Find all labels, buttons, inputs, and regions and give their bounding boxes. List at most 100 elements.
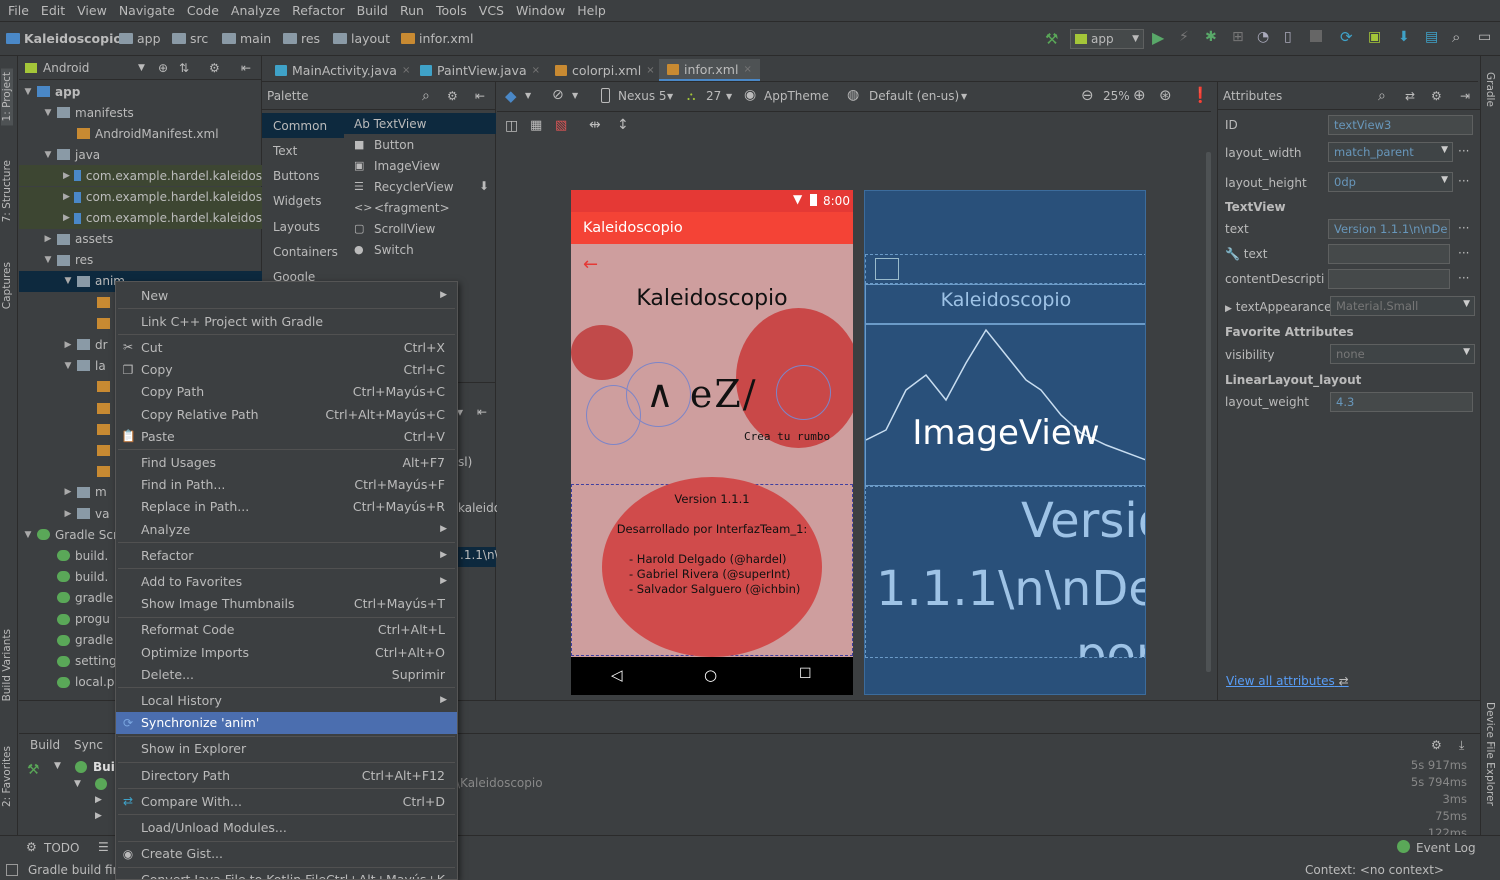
menu-item[interactable]: Link C++ Project with Gradle <box>116 310 457 332</box>
chevron-down-icon[interactable]: ▼ <box>63 276 73 286</box>
chevron-down-icon[interactable]: ▼ <box>23 87 33 97</box>
build-hammer-icon[interactable]: ⚒ <box>27 762 40 778</box>
locale-select[interactable]: Default (en-us) <box>869 89 959 103</box>
palette-item[interactable]: ▣ ImageView <box>354 155 440 176</box>
menu-refactor[interactable]: Refactor <box>286 3 350 18</box>
blueprint-view-icon[interactable]: ▦ <box>530 118 542 133</box>
menu-item[interactable]: Delete... Suprimir <box>116 663 457 685</box>
warning-icon[interactable]: ❗ <box>1191 86 1210 104</box>
attr-visibility-select[interactable]: none ▼ <box>1330 344 1475 364</box>
chevron-down-icon[interactable]: ▼ <box>726 92 732 101</box>
palette-category[interactable]: Common <box>262 113 344 138</box>
editor-tab[interactable]: MainActivity.java × <box>267 59 418 81</box>
bottom-tab-build[interactable]: Build <box>30 738 60 752</box>
device-select[interactable]: Nexus 5 <box>618 89 667 103</box>
more-icon[interactable]: ··· <box>1458 174 1469 188</box>
close-icon[interactable]: × <box>646 65 654 76</box>
chevron-down-icon[interactable]: ▼ <box>138 63 145 73</box>
editor-tab[interactable]: infor.xml × <box>659 59 760 81</box>
gear-icon[interactable]: ⚙ <box>209 61 220 75</box>
menu-item[interactable]: ⟳ Synchronize 'anim' <box>116 711 457 734</box>
avd-manager-icon[interactable]: ▣ <box>1368 29 1381 45</box>
tool-tab-device-file-explorer[interactable]: Device File Explorer <box>1484 702 1496 806</box>
menu-build[interactable]: Build <box>351 3 394 18</box>
hide-icon[interactable]: ⇥ <box>1460 89 1470 103</box>
api-select[interactable]: 27 <box>706 89 721 103</box>
palette-item[interactable]: ☰ RecyclerView <box>354 176 454 197</box>
menu-item[interactable]: ✂ Cut Ctrl+X <box>116 336 457 358</box>
attr-id-field[interactable]: textView3 <box>1328 115 1473 135</box>
chevron-right-icon[interactable]: ▶ <box>43 234 53 244</box>
menu-run[interactable]: Run <box>394 3 430 18</box>
menu-item[interactable]: Find Usages Alt+F7 <box>116 451 457 473</box>
project-view-mode[interactable]: Android <box>43 61 89 75</box>
chevron-down-icon[interactable]: ▼ <box>74 779 81 789</box>
chevron-right-icon[interactable]: ▶ <box>95 811 102 821</box>
palette-item[interactable]: <> <fragment> <box>354 197 450 218</box>
menu-item[interactable]: Add to Favorites ▶ <box>116 570 457 592</box>
attr-content-description-field[interactable] <box>1328 269 1450 289</box>
chevron-right-icon[interactable]: ▶ <box>63 487 73 497</box>
tree-row[interactable]: ▼ app <box>19 81 262 102</box>
chevron-down-icon[interactable]: ▼ <box>525 91 531 100</box>
menu-item[interactable]: Load/Unload Modules... <box>116 816 457 838</box>
attr-layout-weight-field[interactable]: 4.3 <box>1330 392 1473 412</box>
sync-gradle-icon[interactable]: ⟳ <box>1340 28 1353 46</box>
more-icon[interactable]: ··· <box>1458 221 1469 235</box>
menu-item[interactable]: Directory Path Ctrl+Alt+F12 <box>116 764 457 786</box>
chevron-down-icon[interactable]: ▼ <box>43 255 53 265</box>
menu-item[interactable]: ◉ Create Gist... <box>116 843 457 865</box>
tool-tab-captures[interactable]: Captures <box>1 262 13 309</box>
menu-item[interactable]: Analyze ▶ <box>116 518 457 540</box>
chevron-down-icon[interactable]: ▼ <box>43 108 53 118</box>
chevron-right-icon[interactable]: ▶ <box>1225 304 1232 314</box>
palette-category[interactable]: Containers <box>262 240 344 265</box>
gear-icon[interactable]: ⚙ <box>1431 738 1442 752</box>
menu-item[interactable]: 📋 Paste Ctrl+V <box>116 425 457 447</box>
breadcrumb-item[interactable]: app <box>119 31 161 46</box>
attr-text-field[interactable]: Version 1.1.1\n\nDe <box>1328 219 1450 239</box>
attr-text-appearance-select[interactable]: Material.Small ▼ <box>1330 296 1475 316</box>
close-icon[interactable]: × <box>743 64 751 75</box>
menu-item[interactable]: Replace in Path... Ctrl+Mayús+R <box>116 496 457 518</box>
breadcrumb-item[interactable]: main <box>222 31 271 46</box>
zoom-out-icon[interactable]: ⊖ <box>1081 86 1094 104</box>
tree-row[interactable]: ▶ com.example.hardel.kaleidos <box>19 186 262 208</box>
attr-layout-height-select[interactable]: 0dp ▼ <box>1328 172 1453 192</box>
tool-tab-project[interactable]: 1: Project <box>1 68 13 126</box>
palette-item[interactable]: ● Switch <box>354 239 414 260</box>
search-icon[interactable]: ⌕ <box>1378 88 1386 104</box>
menu-item[interactable]: Find in Path... Ctrl+Mayús+F <box>116 474 457 496</box>
palette-category[interactable]: Text <box>262 138 344 163</box>
menu-window[interactable]: Window <box>510 3 571 18</box>
menu-edit[interactable]: Edit <box>35 3 71 18</box>
coverage-icon[interactable]: ▯ <box>1284 29 1292 45</box>
palette-item[interactable]: ▢ ScrollView <box>354 218 435 239</box>
device-icon[interactable]: ▭ <box>1478 29 1491 45</box>
palette-category[interactable]: Layouts <box>262 214 344 239</box>
debug-icon[interactable]: ✱ <box>1205 29 1217 45</box>
tree-row[interactable]: AndroidManifest.xml <box>19 123 262 144</box>
layout-inspector-icon[interactable]: ▤ <box>1425 29 1438 45</box>
terminal-icon[interactable]: ☰ <box>98 840 109 854</box>
gear-icon[interactable]: ⚙ <box>447 89 458 103</box>
menu-tools[interactable]: Tools <box>430 3 473 18</box>
chevron-down-icon[interactable]: ▼ <box>54 761 61 771</box>
apply-changes-icon[interactable]: ⚡ <box>1179 29 1189 45</box>
menu-view[interactable]: View <box>71 3 113 18</box>
layers-icon[interactable]: ◆ <box>505 87 517 105</box>
status-checkbox[interactable] <box>6 864 18 876</box>
zoom-in-icon[interactable]: ⊕ <box>1133 86 1146 104</box>
menu-analyze[interactable]: Analyze <box>225 3 286 18</box>
chevron-down-icon[interactable]: ▼ <box>572 91 578 100</box>
menu-item[interactable]: Copy Path Ctrl+Mayús+C <box>116 381 457 403</box>
palette-category[interactable]: Buttons <box>262 164 344 189</box>
collapse-icon[interactable]: ⇅ <box>179 61 189 75</box>
gear-icon[interactable]: ⚙ <box>1431 89 1442 103</box>
breadcrumb-item[interactable]: Kaleidoscopio <box>6 31 122 46</box>
hide-icon[interactable]: ⇤ <box>475 89 485 103</box>
palette-category[interactable]: Widgets <box>262 189 344 214</box>
tree-row[interactable]: ▶ com.example.hardel.kaleidos <box>19 165 262 187</box>
view-all-attributes-link[interactable]: View all attributes ⇄ <box>1226 674 1349 688</box>
sdk-manager-icon[interactable]: ⬇ <box>1398 29 1410 45</box>
